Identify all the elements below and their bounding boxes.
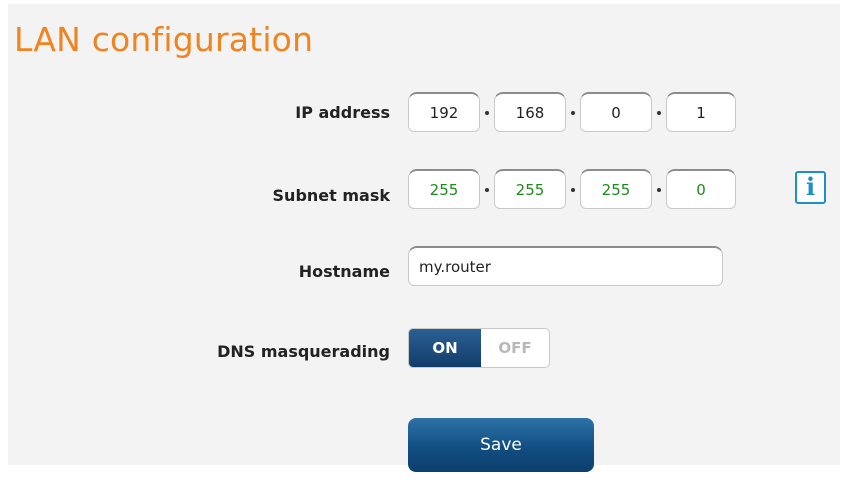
ip-octet-2[interactable]: [494, 92, 566, 132]
ip-separator-dot: [657, 111, 661, 115]
hostname-input[interactable]: [408, 246, 723, 286]
mask-separator-dot: [485, 188, 489, 192]
dns-masquerading-label: DNS masquerading: [217, 342, 390, 361]
mask-separator-dot: [571, 188, 575, 192]
ip-separator-dot: [485, 111, 489, 115]
ip-octet-1[interactable]: [408, 92, 480, 132]
mask-separator-dot: [657, 188, 661, 192]
page-title: LAN configuration: [14, 20, 314, 59]
ip-octet-4[interactable]: [666, 92, 736, 132]
subnet-mask-label: Subnet mask: [272, 186, 390, 205]
info-icon[interactable]: i: [795, 171, 826, 204]
ip-octet-3[interactable]: [580, 92, 652, 132]
lan-configuration-panel: [8, 4, 840, 465]
mask-octet-4[interactable]: [666, 169, 736, 209]
mask-octet-1[interactable]: [408, 169, 480, 209]
mask-octet-2[interactable]: [494, 169, 566, 209]
mask-octet-3[interactable]: [580, 169, 652, 209]
dns-masquerading-toggle[interactable]: ON OFF: [408, 328, 550, 368]
ip-separator-dot: [571, 111, 575, 115]
toggle-on-option[interactable]: ON: [409, 329, 481, 367]
hostname-label: Hostname: [298, 262, 390, 281]
toggle-off-option[interactable]: OFF: [481, 329, 549, 367]
ip-address-label: IP address: [295, 103, 390, 122]
save-button[interactable]: Save: [408, 418, 594, 472]
